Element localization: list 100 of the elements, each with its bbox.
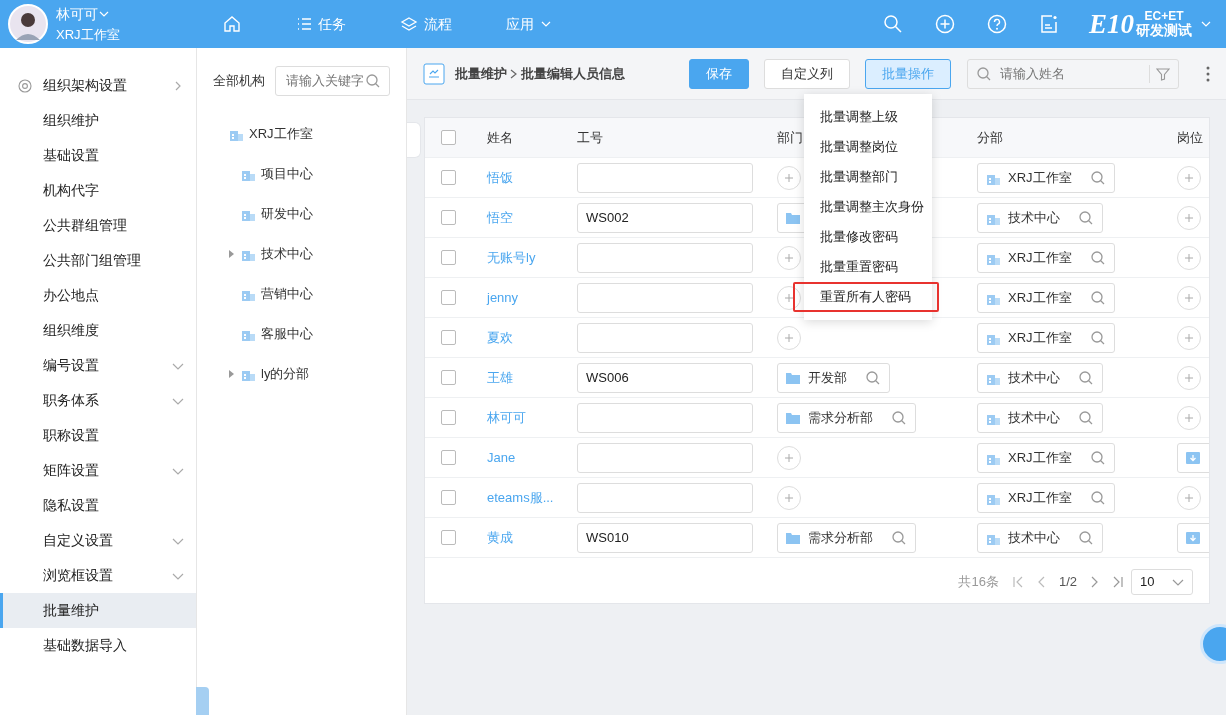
menu-item[interactable]: 批量调整上级 (804, 102, 932, 132)
id-input-field[interactable]: WS010 (577, 522, 753, 553)
note-icon[interactable] (1039, 14, 1059, 34)
collapse-handle[interactable] (196, 687, 209, 715)
id-input-field[interactable] (577, 282, 753, 313)
id-input-field[interactable] (577, 162, 753, 193)
more-icon[interactable] (1206, 65, 1210, 82)
search-icon[interactable] (891, 409, 907, 426)
id-input-field[interactable] (577, 442, 753, 473)
selector-field[interactable]: XRJ工作室 (977, 242, 1115, 273)
sidebar-item[interactable]: 职称设置 (0, 418, 196, 453)
selector-field[interactable]: 技术中心 (977, 202, 1103, 233)
menu-item[interactable]: 批量调整主次身份 (804, 192, 932, 222)
id-input-field[interactable]: WS002 (577, 202, 753, 233)
selector-field[interactable]: XRJ工作室 (977, 482, 1115, 513)
sidebar-item[interactable]: 组织维护 (0, 103, 196, 138)
id-input-field[interactable]: WS006 (577, 362, 753, 393)
caret-right-icon[interactable] (227, 250, 235, 258)
search-icon[interactable] (1089, 289, 1106, 306)
selector-field[interactable]: 技术中心 (977, 362, 1103, 393)
menu-item[interactable]: 重置所有人密码 (793, 282, 939, 312)
tree-node[interactable]: XRJ工作室 (249, 124, 313, 144)
checkbox[interactable] (441, 450, 456, 465)
sidebar-item[interactable]: 隐私设置 (0, 488, 196, 523)
sidebar-item[interactable]: 公共部门组管理 (0, 243, 196, 278)
checkbox[interactable] (441, 530, 456, 545)
checkbox[interactable] (441, 370, 456, 385)
tree-node[interactable]: 研发中心 (261, 204, 313, 224)
keyword-input[interactable]: 请输入关键字 (284, 70, 365, 92)
keyword-search-field[interactable]: 请输入关键字 (275, 66, 390, 96)
menu-item[interactable]: 批量调整部门 (804, 162, 932, 192)
search-icon[interactable] (1078, 209, 1094, 226)
selector-field[interactable]: 需求分析部 (777, 402, 916, 433)
menu-item[interactable]: 批量重置密码 (804, 252, 932, 282)
selector-field[interactable]: XRJ工作室 (977, 442, 1115, 473)
sidebar-item[interactable]: 矩阵设置 (0, 453, 196, 488)
id-input-field[interactable] (577, 322, 753, 353)
sidebar-item[interactable]: 办公地点 (0, 278, 196, 313)
checkbox[interactable] (441, 250, 456, 265)
page-size-select[interactable]: 10 (1131, 569, 1193, 595)
selector-field[interactable]: XRJ工作室 (977, 322, 1115, 353)
help-icon[interactable] (987, 14, 1007, 34)
tree-node[interactable]: 营销中心 (261, 284, 313, 304)
breadcrumb-link[interactable]: 批量维护 (455, 63, 507, 84)
selector-field[interactable]: XRJ工作室 (977, 162, 1115, 193)
add-button[interactable] (777, 285, 801, 310)
selector-field[interactable]: 需求分析部 (777, 522, 916, 553)
sidebar-item[interactable]: 编号设置 (0, 348, 196, 383)
last-page-icon[interactable] (1113, 576, 1123, 588)
selector-field[interactable]: 开发部 (777, 362, 890, 393)
checkbox[interactable] (441, 210, 456, 225)
search-icon[interactable] (865, 369, 881, 386)
checkbox[interactable] (441, 170, 456, 185)
sidebar-item[interactable]: 自定义设置 (0, 523, 196, 558)
add-icon[interactable] (935, 14, 955, 34)
previous-page-icon[interactable] (1036, 576, 1045, 588)
name-input[interactable]: 请输入姓名 (998, 62, 1143, 85)
checkbox[interactable] (441, 290, 456, 305)
checkbox[interactable] (441, 410, 456, 425)
sidebar-item[interactable]: 基础设置 (0, 138, 196, 173)
tree-node[interactable]: 客服中心 (261, 324, 313, 344)
menu-item[interactable]: 批量调整岗位 (804, 132, 932, 162)
search-icon[interactable] (1089, 489, 1106, 506)
sidebar-item[interactable]: 组织维度 (0, 313, 196, 348)
toolbar-button[interactable]: 自定义列 (764, 58, 850, 89)
search-icon[interactable] (1078, 529, 1094, 546)
filter-icon[interactable] (1156, 66, 1170, 81)
checkbox[interactable] (441, 130, 456, 145)
search-icon[interactable] (891, 529, 907, 546)
tree-node[interactable]: 技术中心 (261, 244, 313, 264)
first-page-icon[interactable] (1012, 576, 1023, 588)
sidebar-item[interactable]: 职务体系 (0, 383, 196, 418)
search-icon[interactable] (1078, 369, 1094, 386)
sidebar-item[interactable]: 公共群组管理 (0, 208, 196, 243)
sidebar-item[interactable]: 批量维护 (0, 593, 196, 628)
selector-field[interactable]: 技术中心 (977, 402, 1103, 433)
search-icon[interactable] (1089, 329, 1106, 346)
tree-node[interactable]: ly的分部 (261, 364, 310, 384)
search-icon[interactable] (1089, 249, 1106, 266)
search-icon[interactable] (1089, 169, 1106, 186)
search-icon[interactable] (883, 14, 903, 34)
selector-field[interactable]: 技术中心 (977, 522, 1103, 553)
checkbox[interactable] (441, 490, 456, 505)
sidebar-item[interactable]: 组织架构设置 (0, 68, 196, 103)
next-page-icon[interactable] (1091, 576, 1099, 588)
checkbox[interactable] (441, 330, 456, 345)
selector-field[interactable]: XRJ工作室 (977, 282, 1115, 313)
caret-right-icon[interactable] (227, 370, 235, 378)
name-search-field[interactable]: 请输入姓名 (967, 58, 1179, 89)
id-input-field[interactable] (577, 402, 753, 433)
id-input-field[interactable] (577, 482, 753, 513)
sidebar-item[interactable]: 机构代字 (0, 173, 196, 208)
collapse-handle[interactable] (407, 122, 421, 158)
sidebar-item[interactable]: 基础数据导入 (0, 628, 196, 663)
tree-node[interactable]: 项目中心 (261, 164, 313, 184)
id-input-field[interactable] (577, 242, 753, 273)
avatar[interactable] (8, 4, 48, 44)
menu-item[interactable]: 批量修改密码 (804, 222, 932, 252)
search-icon[interactable] (1089, 449, 1106, 466)
sidebar-item[interactable]: 浏览框设置 (0, 558, 196, 593)
